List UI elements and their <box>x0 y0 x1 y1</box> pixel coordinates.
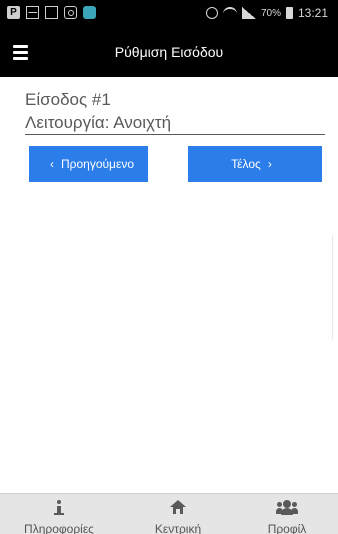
info-icon <box>54 500 64 516</box>
finish-button[interactable]: Τέλος › <box>188 146 322 182</box>
p-icon: P <box>7 6 20 19</box>
chevron-left-icon: ‹ <box>49 157 54 171</box>
nav-item-label: Πληροφορίες <box>24 522 94 534</box>
bottom-navigation: Πληροφορίες Κεντρική Προφίλ <box>0 493 338 534</box>
nav-item-home[interactable]: Κεντρική <box>123 494 233 534</box>
image-icon <box>45 6 58 19</box>
home-icon <box>170 500 186 514</box>
entry-mode: Λειτουργία: Ανοιχτή <box>25 113 172 132</box>
battery-icon <box>285 7 293 19</box>
page-title: Ρύθμιση Εισόδου <box>114 44 224 60</box>
signal-icon <box>241 7 256 19</box>
divider <box>25 134 325 135</box>
status-bar: P 70% 13:21 <box>0 0 338 30</box>
alarm-icon <box>205 7 218 19</box>
instagram-icon <box>64 6 77 19</box>
users-icon <box>276 500 298 515</box>
app-icon <box>83 6 96 19</box>
wifi-icon <box>222 7 237 19</box>
battery-percent: 70% <box>260 7 281 19</box>
nav-item-info[interactable]: Πληροφορίες <box>4 494 114 534</box>
previous-button[interactable]: ‹ Προηγούμενο <box>29 146 148 182</box>
mail-icon <box>26 6 39 19</box>
clock: 13:21 <box>297 6 328 20</box>
nav-item-label: Προφίλ <box>267 522 307 534</box>
nav-item-label: Κεντρική <box>154 522 202 534</box>
entry-title: Είσοδος #1 <box>25 90 111 109</box>
previous-button-label: Προηγούμενο <box>60 157 134 171</box>
scroll-indicator <box>332 235 333 340</box>
chevron-right-icon: › <box>267 157 272 171</box>
finish-button-label: Τέλος <box>231 157 261 171</box>
app-bar: Ρύθμιση Εισόδου <box>0 30 338 77</box>
status-system-icons: 70% 13:21 <box>205 6 328 20</box>
status-notification-icons: P <box>7 6 96 19</box>
nav-item-profile[interactable]: Προφίλ <box>232 494 338 534</box>
